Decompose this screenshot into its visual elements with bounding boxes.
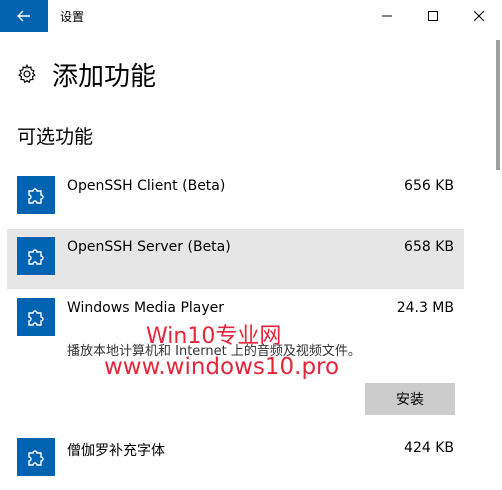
section-title: 可选功能 xyxy=(17,126,94,148)
feature-item-openssh-client[interactable]: OpenSSH Client (Beta) 656 KB xyxy=(7,168,464,228)
watermark-url: www.windows10.pro xyxy=(104,354,340,380)
feature-name: OpenSSH Server (Beta) xyxy=(67,239,231,255)
feature-name: 僧伽罗补充字体 xyxy=(67,443,165,459)
title-bar: 设置 xyxy=(0,0,502,32)
back-arrow-icon xyxy=(17,10,30,22)
puzzle-icon xyxy=(17,237,55,275)
maximize-icon xyxy=(428,11,438,21)
feature-size: 658 KB xyxy=(404,239,454,255)
feature-size: 424 KB xyxy=(404,440,454,456)
scrollbar[interactable] xyxy=(496,40,500,170)
close-button[interactable] xyxy=(456,0,502,32)
feature-item-sinhala-font[interactable]: 僧伽罗补充字体 424 KB xyxy=(7,430,464,490)
feature-name: Windows Media Player xyxy=(67,300,225,316)
puzzle-icon xyxy=(17,298,55,336)
puzzle-icon xyxy=(17,438,55,476)
feature-name: OpenSSH Client (Beta) xyxy=(67,178,226,194)
puzzle-icon xyxy=(17,176,55,214)
feature-item-openssh-server[interactable]: OpenSSH Server (Beta) 658 KB xyxy=(7,229,464,289)
page-header: 添加功能 xyxy=(16,56,156,92)
minimize-icon xyxy=(382,15,392,17)
feature-size: 24.3 MB xyxy=(396,300,454,316)
back-button[interactable] xyxy=(0,0,48,32)
install-button[interactable]: 安装 xyxy=(365,383,455,415)
feature-size: 656 KB xyxy=(404,178,454,194)
gear-icon xyxy=(18,63,36,84)
watermark-text: Win10专业网 xyxy=(146,324,282,349)
maximize-button[interactable] xyxy=(410,0,456,32)
minimize-button[interactable] xyxy=(364,0,410,32)
page-title: 添加功能 xyxy=(52,61,157,92)
window-title: 设置 xyxy=(60,10,85,24)
close-icon xyxy=(474,11,484,21)
